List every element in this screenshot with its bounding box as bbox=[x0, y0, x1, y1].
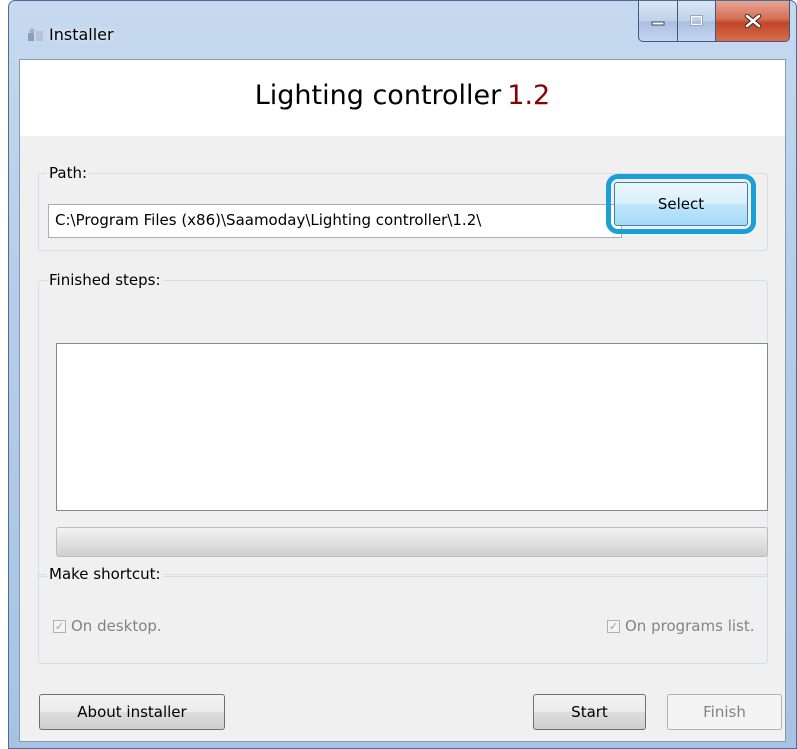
checkmark-icon: ✓ bbox=[53, 619, 66, 633]
maximize-icon bbox=[689, 15, 703, 26]
path-label: Path: bbox=[47, 164, 90, 182]
desktop-shortcut-checkbox[interactable]: ✓ On desktop. bbox=[53, 617, 162, 635]
checkmark-icon: ✓ bbox=[607, 619, 620, 633]
minimize-icon bbox=[651, 21, 665, 26]
finished-steps-group: Finished steps: bbox=[38, 271, 768, 577]
about-installer-button[interactable]: About installer bbox=[39, 694, 225, 730]
window-controls bbox=[638, 1, 790, 42]
window-title: Installer bbox=[49, 25, 114, 44]
finished-steps-list[interactable] bbox=[56, 343, 768, 511]
header-banner: Lighting controller 1.2 bbox=[20, 60, 785, 136]
client-area: Lighting controller 1.2 Path: C:\Program … bbox=[19, 59, 786, 742]
finished-steps-label: Finished steps: bbox=[47, 271, 163, 289]
installer-app-icon bbox=[28, 28, 43, 41]
app-name: Lighting controller bbox=[254, 80, 502, 111]
title-bar[interactable]: Installer bbox=[9, 1, 796, 59]
installer-window: Installer Lighting controller 1.2 Path: C… bbox=[8, 0, 797, 749]
close-button[interactable] bbox=[716, 1, 790, 42]
select-highlight-ring bbox=[606, 174, 756, 234]
start-button[interactable]: Start bbox=[533, 694, 646, 730]
install-progress-bar bbox=[56, 527, 768, 557]
programs-shortcut-checkbox[interactable]: ✓ On programs list. bbox=[607, 617, 755, 635]
product-heading: Lighting controller 1.2 bbox=[20, 80, 785, 111]
finish-button[interactable]: Finish bbox=[667, 694, 782, 730]
minimize-button[interactable] bbox=[638, 1, 678, 42]
make-shortcut-group: Make shortcut: ✓ On desktop. ✓ On progra… bbox=[38, 565, 768, 664]
close-icon bbox=[744, 14, 761, 28]
make-shortcut-label: Make shortcut: bbox=[47, 565, 163, 583]
path-field[interactable]: C:\Program Files (x86)\Saamoday\Lighting… bbox=[48, 204, 622, 238]
app-version: 1.2 bbox=[507, 80, 551, 111]
maximize-button[interactable] bbox=[678, 1, 716, 42]
programs-shortcut-label: On programs list. bbox=[625, 617, 755, 635]
desktop-shortcut-label: On desktop. bbox=[71, 617, 162, 635]
